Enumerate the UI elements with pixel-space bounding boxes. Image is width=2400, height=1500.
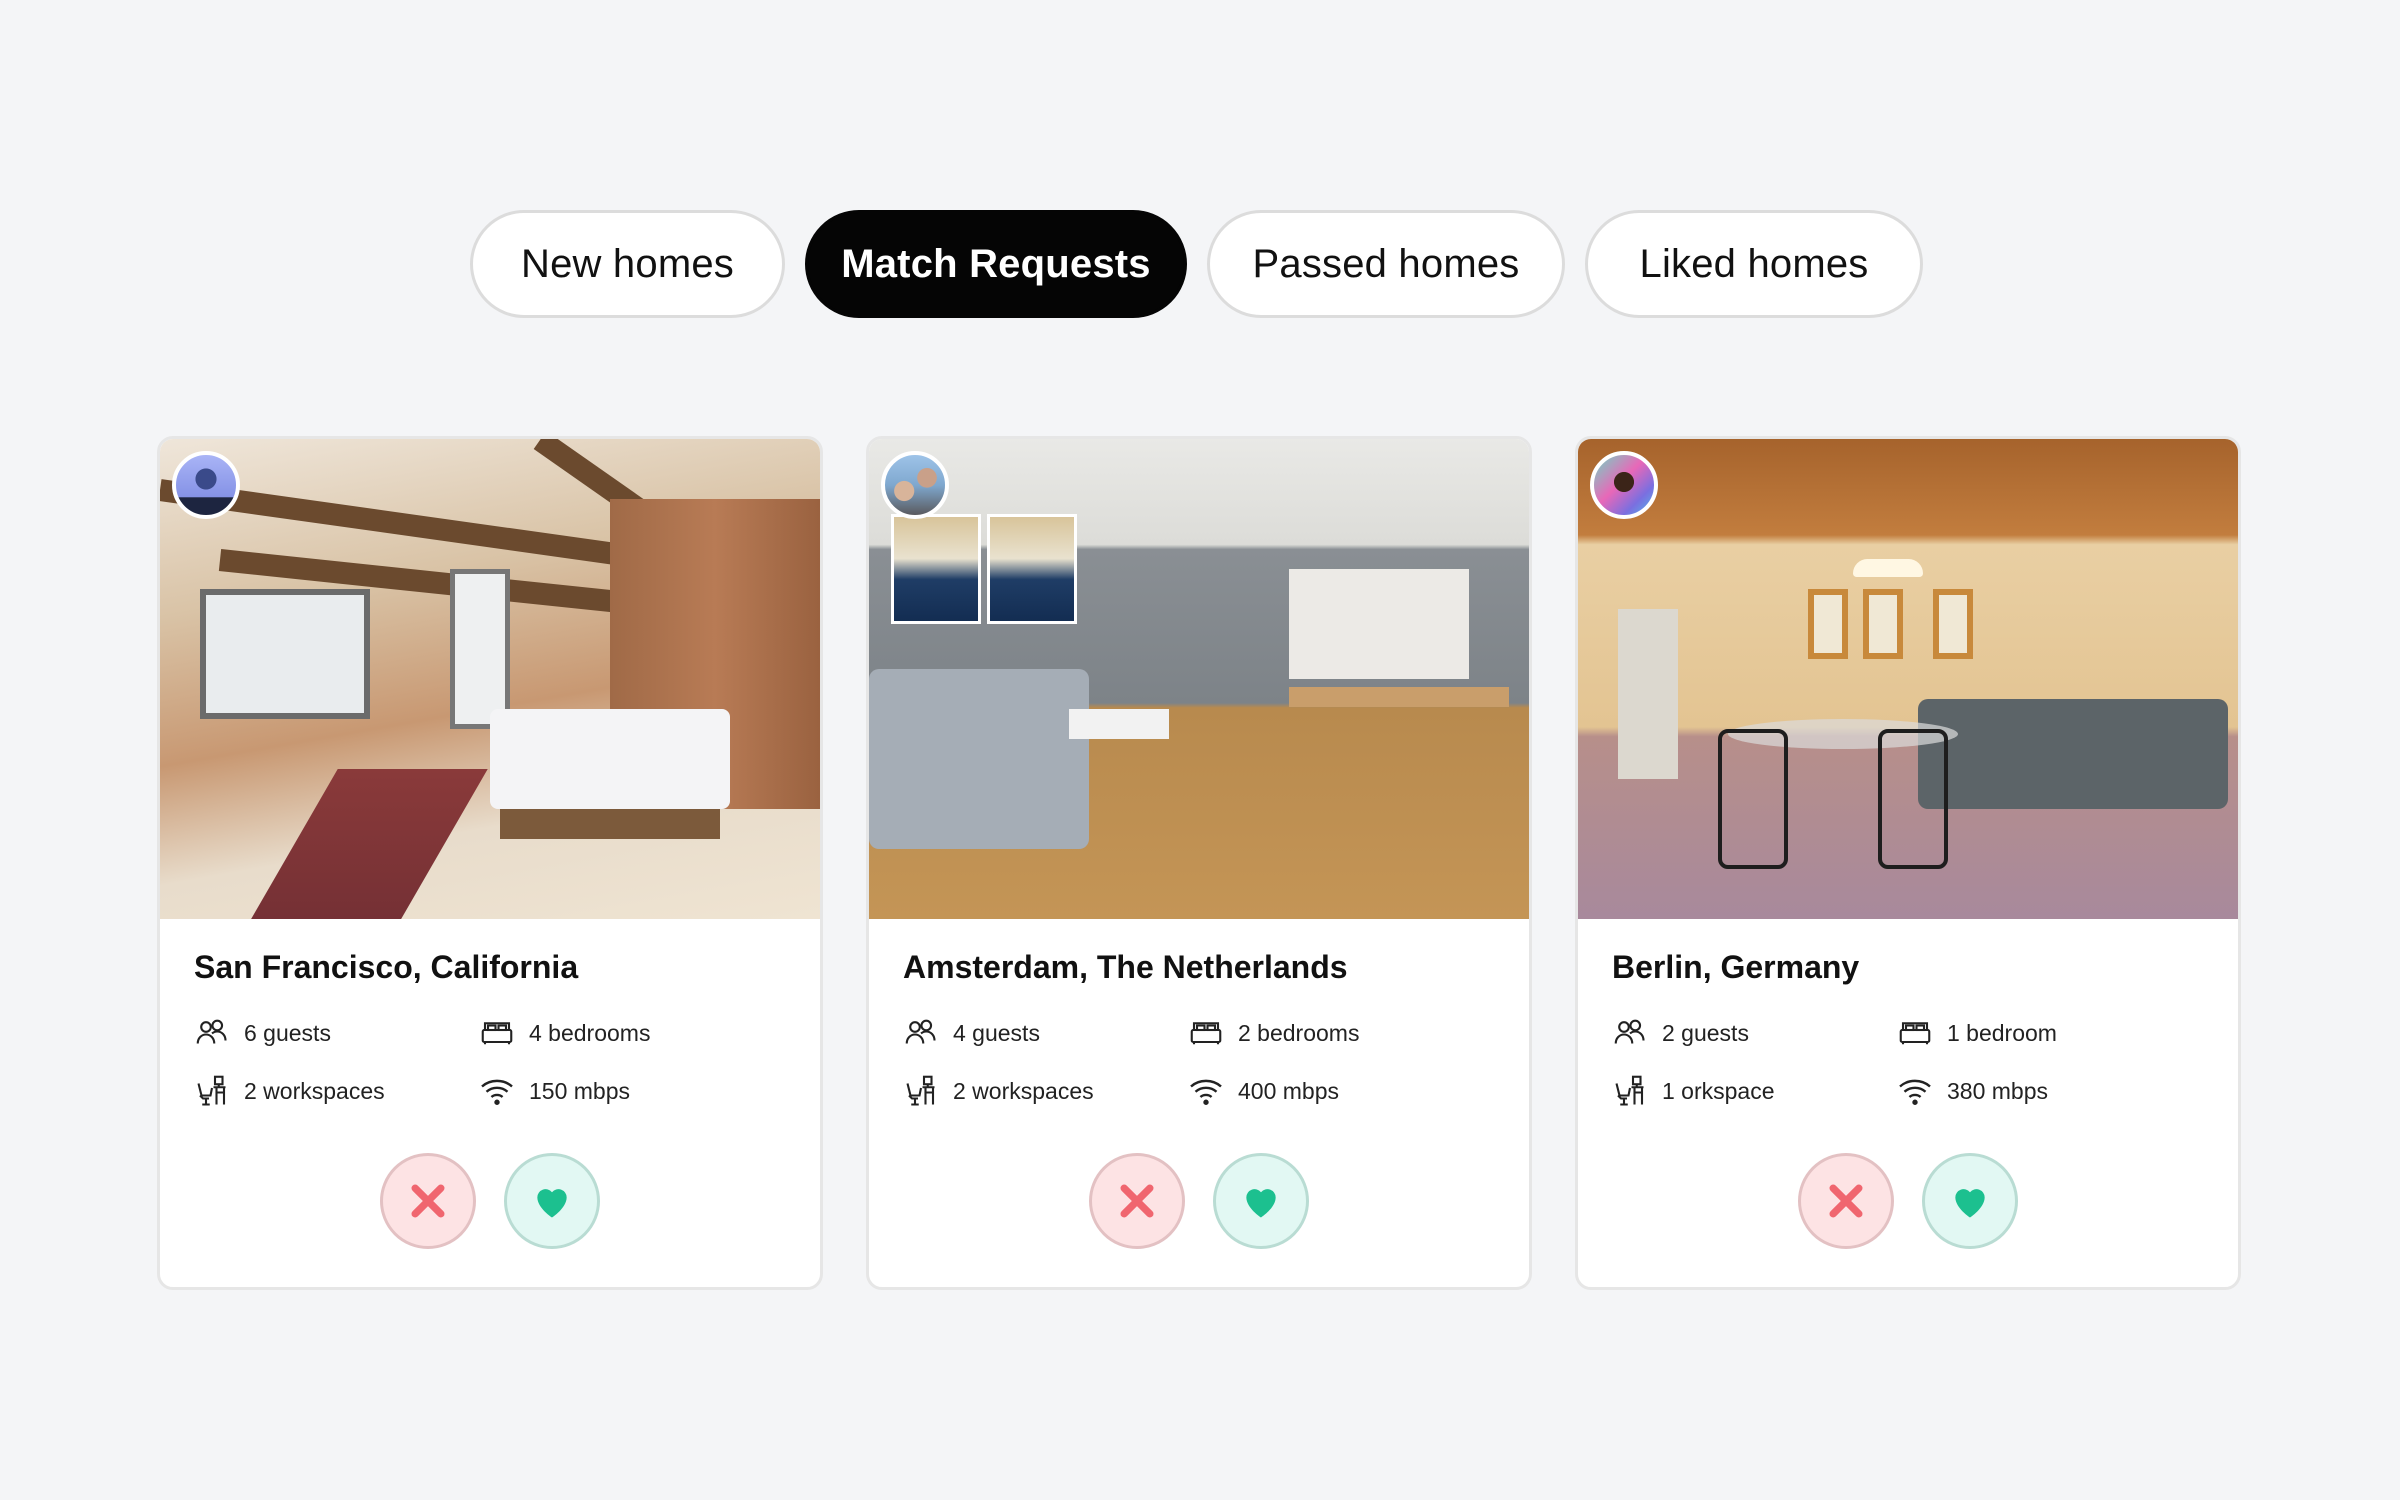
spec-workspaces: 2 workspaces — [903, 1074, 1188, 1108]
spec-bedrooms: 4 bedrooms — [479, 1016, 786, 1050]
bed-icon — [1899, 1022, 1931, 1045]
host-avatar[interactable] — [172, 451, 240, 519]
spec-wifi: 150 mbps — [479, 1074, 786, 1108]
spec-workspaces-text: 2 workspaces — [953, 1077, 1094, 1104]
photo-detail — [1853, 559, 1923, 577]
wifi-icon — [481, 1079, 513, 1105]
tab-liked-homes[interactable]: Liked homes — [1585, 210, 1923, 318]
spec-wifi-text: 400 mbps — [1238, 1077, 1340, 1104]
workspace-desk-icon — [906, 1075, 935, 1106]
spec-bedrooms: 1 bedroom — [1897, 1016, 2204, 1050]
host-avatar[interactable] — [881, 451, 949, 519]
spec-workspaces: 2 workspaces — [194, 1074, 479, 1108]
spec-workspaces: 1 orkspace — [1612, 1074, 1897, 1108]
like-button[interactable] — [1213, 1153, 1309, 1249]
photo-detail — [1069, 709, 1169, 739]
spec-workspaces-text: 2 workspaces — [244, 1077, 385, 1104]
home-card-list: San Francisco, California 6 guests 4 bed… — [157, 436, 2241, 1290]
host-avatar[interactable] — [1590, 451, 1658, 519]
photo-detail — [1618, 609, 1678, 779]
spec-wifi-text: 150 mbps — [529, 1077, 631, 1104]
spec-wifi: 380 mbps — [1897, 1074, 2204, 1108]
users-icon — [905, 1019, 936, 1044]
card-actions — [1578, 1153, 2238, 1249]
tab-new-homes[interactable]: New homes — [470, 210, 785, 318]
spec-bedrooms: 2 bedrooms — [1188, 1016, 1495, 1050]
tab-match-requests[interactable]: Match Requests — [805, 210, 1187, 318]
card-actions — [869, 1153, 1529, 1249]
pass-button[interactable] — [1798, 1153, 1894, 1249]
spec-guests: 4 guests — [903, 1016, 1188, 1050]
spec-wifi-text: 380 mbps — [1947, 1077, 2049, 1104]
home-photo[interactable] — [1578, 439, 2238, 919]
pass-button[interactable] — [1089, 1153, 1185, 1249]
heart-icon — [1246, 1189, 1276, 1218]
wifi-icon — [1190, 1079, 1222, 1105]
tab-passed-homes[interactable]: Passed homes — [1207, 210, 1565, 318]
spec-workspaces-text: 1 orkspace — [1662, 1077, 1775, 1104]
photo-detail — [1808, 589, 1848, 659]
x-icon — [1120, 1184, 1154, 1218]
home-location: Amsterdam, The Netherlands — [903, 949, 1348, 985]
users-icon — [196, 1019, 227, 1044]
home-location: San Francisco, California — [194, 949, 579, 985]
spec-guests: 6 guests — [194, 1016, 479, 1050]
photo-detail — [891, 514, 981, 624]
card-actions — [160, 1153, 820, 1249]
workspace-desk-icon — [1615, 1075, 1644, 1106]
bed-icon — [481, 1022, 513, 1045]
x-icon — [411, 1184, 445, 1218]
home-card: Amsterdam, The Netherlands 4 guests 2 be… — [866, 436, 1532, 1290]
heart-icon — [537, 1189, 567, 1218]
spec-wifi: 400 mbps — [1188, 1074, 1495, 1108]
photo-detail — [869, 669, 1089, 849]
photo-detail — [450, 569, 510, 729]
photo-detail — [1933, 589, 1973, 659]
tab-bar: New homes Match Requests Passed homes Li… — [470, 210, 1923, 318]
spec-guests-text: 2 guests — [1662, 1019, 1749, 1046]
spec-guests: 2 guests — [1612, 1016, 1897, 1050]
like-button[interactable] — [504, 1153, 600, 1249]
users-icon — [1614, 1019, 1645, 1044]
photo-detail — [200, 589, 370, 719]
spec-guests-text: 4 guests — [953, 1019, 1040, 1046]
home-card: Berlin, Germany 2 guests 1 bedroom 1 ork… — [1575, 436, 2241, 1290]
photo-detail — [1918, 699, 2228, 809]
photo-detail — [222, 769, 488, 919]
spec-bedrooms-text: 4 bedrooms — [529, 1019, 651, 1046]
photo-detail — [987, 514, 1077, 624]
spec-bedrooms-text: 1 bedroom — [1947, 1019, 2057, 1046]
wifi-icon — [1899, 1079, 1931, 1105]
heart-icon — [1955, 1189, 1985, 1218]
spec-bedrooms-text: 2 bedrooms — [1238, 1019, 1360, 1046]
pass-button[interactable] — [380, 1153, 476, 1249]
photo-detail — [490, 709, 730, 809]
bed-icon — [1190, 1022, 1222, 1045]
home-location: Berlin, Germany — [1612, 949, 1860, 985]
photo-detail — [1863, 589, 1903, 659]
photo-detail — [1289, 569, 1469, 679]
photo-detail — [1289, 687, 1509, 707]
home-photo[interactable] — [160, 439, 820, 919]
photo-detail — [1718, 729, 1788, 869]
like-button[interactable] — [1922, 1153, 2018, 1249]
home-card: San Francisco, California 6 guests 4 bed… — [157, 436, 823, 1290]
home-photo[interactable] — [869, 439, 1529, 919]
spec-guests-text: 6 guests — [244, 1019, 331, 1046]
x-icon — [1829, 1184, 1863, 1218]
workspace-desk-icon — [197, 1075, 226, 1106]
photo-detail — [1878, 729, 1948, 869]
